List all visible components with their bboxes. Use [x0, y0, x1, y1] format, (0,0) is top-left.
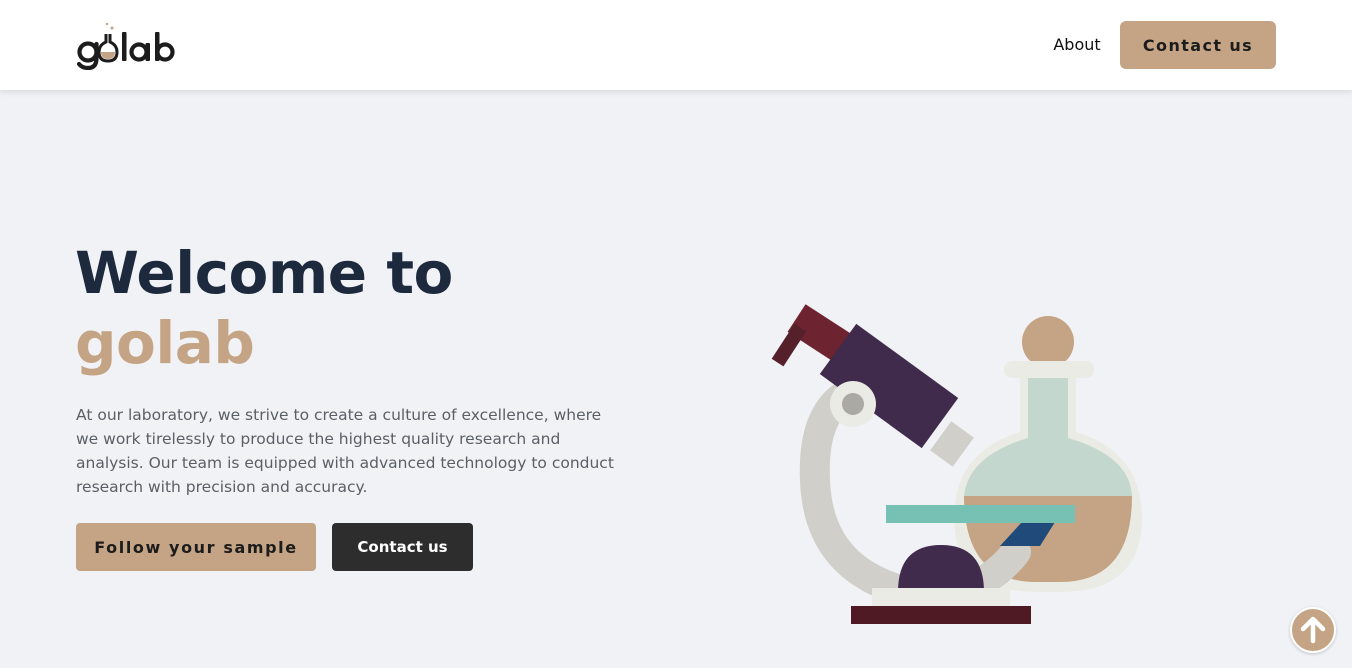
microscope-flask-illustration	[771, 304, 1142, 624]
flask-icon	[954, 316, 1142, 592]
hero-description: At our laboratory, we strive to create a…	[76, 406, 614, 496]
arrow-up-icon	[1300, 616, 1326, 644]
golab-logo[interactable]	[76, 20, 188, 70]
hero-title-brand: golab	[75, 309, 255, 377]
follow-sample-button[interactable]: Follow your sample	[76, 523, 316, 571]
hero-title-line1: Welcome to	[75, 239, 453, 307]
scroll-to-top-button[interactable]	[1290, 607, 1336, 653]
site-header: About Contact us	[0, 0, 1352, 90]
nav-contact-button[interactable]: Contact us	[1120, 21, 1276, 69]
nav-about-link[interactable]: About	[1040, 33, 1114, 57]
hero-contact-button[interactable]: Contact us	[332, 523, 473, 571]
hero-title: Welcome to golab	[75, 238, 635, 378]
